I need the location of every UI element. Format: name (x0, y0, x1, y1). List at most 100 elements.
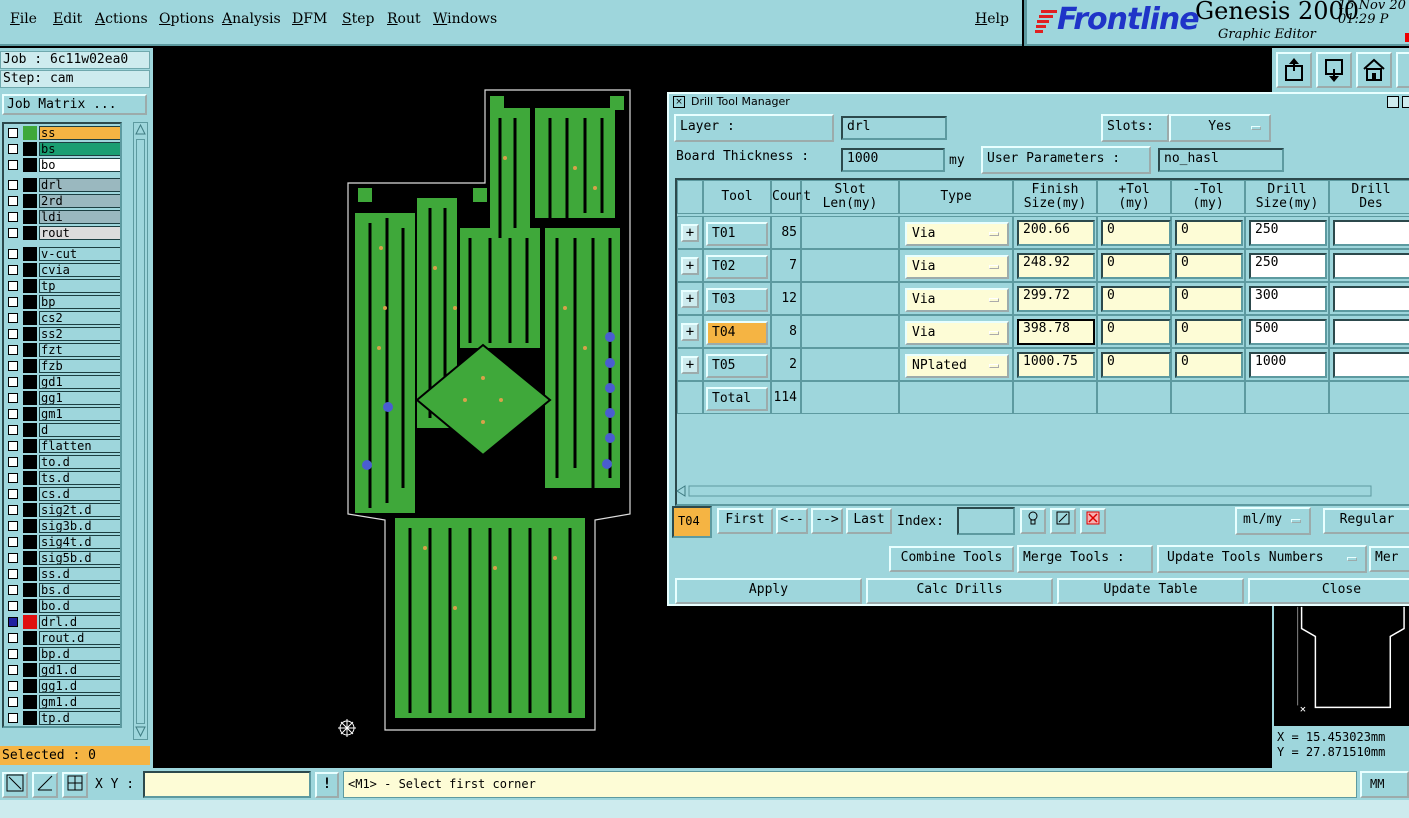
layer-color-swatch[interactable] (23, 663, 37, 677)
menu-file[interactable]: File (10, 11, 37, 27)
finish-size-input[interactable]: 200.66 (1017, 220, 1095, 246)
menu-options[interactable]: Options (159, 11, 214, 27)
layer-color-swatch[interactable] (23, 375, 37, 389)
layer-checkbox[interactable] (8, 249, 18, 259)
scroll-left-icon[interactable] (675, 484, 1409, 498)
next-button[interactable]: --> (811, 508, 843, 534)
layer-checkbox[interactable] (8, 128, 18, 138)
close-window-icon[interactable]: × (673, 96, 685, 108)
menu-rout[interactable]: Rout (387, 11, 421, 27)
layer-row-ss2[interactable]: ss2 (5, 327, 120, 341)
layer-row-flatten[interactable]: flatten (5, 439, 120, 453)
layer-checkbox[interactable] (8, 196, 18, 206)
layer-checkbox[interactable] (8, 329, 18, 339)
layer-color-swatch[interactable] (23, 471, 37, 485)
layer-row-d[interactable]: d (5, 423, 120, 437)
layer-color-swatch[interactable] (23, 647, 37, 661)
layer-name[interactable]: ts.d (39, 471, 120, 485)
update-table-button[interactable]: Update Table (1057, 578, 1244, 604)
plus-tolerance-input[interactable]: 0 (1101, 220, 1171, 246)
layer-row-2rd[interactable]: 2rd (5, 194, 120, 208)
finish-size-input[interactable]: 299.72 (1017, 286, 1095, 312)
layer-name[interactable]: ldi (39, 210, 120, 224)
layer-checkbox[interactable] (8, 281, 18, 291)
layer-color-swatch[interactable] (23, 487, 37, 501)
export-button[interactable] (1276, 52, 1312, 88)
layer-name[interactable]: tp (39, 279, 120, 293)
layer-color-swatch[interactable] (23, 343, 37, 357)
expand-row-icon[interactable]: + (681, 224, 699, 242)
layer-row-sig2t-d[interactable]: sig2t.d (5, 503, 120, 517)
menu-edit[interactable]: Edit (53, 11, 82, 27)
drill-size-input[interactable]: 500 (1249, 319, 1327, 345)
plus-tolerance-input[interactable]: 0 (1101, 352, 1171, 378)
type-dropdown[interactable]: Via (905, 288, 1009, 312)
drill-size-input[interactable]: 1000 (1249, 352, 1327, 378)
layer-color-swatch[interactable] (23, 407, 37, 421)
layer-row-cs-d[interactable]: cs.d (5, 487, 120, 501)
tool-button[interactable]: T03 (706, 288, 768, 312)
layer-name[interactable]: bo (39, 158, 120, 172)
finish-size-input[interactable]: 1000.75 (1017, 352, 1095, 378)
layer-checkbox[interactable] (8, 160, 18, 170)
layer-name[interactable]: cs2 (39, 311, 120, 325)
layer-color-swatch[interactable] (23, 158, 37, 172)
layer-name[interactable]: gm1 (39, 407, 120, 421)
layer-name[interactable]: sig4t.d (39, 535, 120, 549)
layer-color-swatch[interactable] (23, 279, 37, 293)
user-parameters-field[interactable]: no_hasl (1158, 148, 1284, 172)
layer-color-swatch[interactable] (23, 535, 37, 549)
drill-size-input[interactable]: 250 (1249, 253, 1327, 279)
delete-tool-button[interactable] (1080, 508, 1106, 534)
menu-dfm[interactable]: DFM (292, 11, 327, 27)
layer-row-drl[interactable]: drl (5, 178, 120, 192)
layer-checkbox[interactable] (8, 489, 18, 499)
slots-dropdown[interactable]: Yes (1169, 114, 1271, 142)
layer-row-cvia[interactable]: cvia (5, 263, 120, 277)
layer-row-drl-d[interactable]: drl.d (5, 615, 120, 629)
xy-input[interactable] (143, 771, 311, 798)
layer-color-swatch[interactable] (23, 679, 37, 693)
layer-name[interactable]: v-cut (39, 247, 120, 261)
layer-color-swatch[interactable] (23, 327, 37, 341)
layer-checkbox[interactable] (8, 601, 18, 611)
minus-tolerance-input[interactable]: 0 (1175, 319, 1243, 345)
layer-checkbox[interactable] (8, 649, 18, 659)
layer-list-scroll-thumb[interactable] (136, 139, 145, 724)
layer-checkbox[interactable] (8, 633, 18, 643)
expand-row-icon[interactable]: + (681, 290, 699, 308)
layer-name[interactable]: sig2t.d (39, 503, 120, 517)
layer-checkbox[interactable] (8, 553, 18, 563)
menu-windows[interactable]: Windows (433, 11, 497, 27)
layer-checkbox[interactable] (8, 425, 18, 435)
expand-row-icon[interactable]: + (681, 323, 699, 341)
layer-name[interactable]: rout.d (39, 631, 120, 645)
layer-row-tp[interactable]: tp (5, 279, 120, 293)
layer-row-rout[interactable]: rout (5, 226, 120, 240)
layer-name[interactable]: ss (39, 126, 120, 140)
layer-color-swatch[interactable] (23, 583, 37, 597)
layer-row-gg1-d[interactable]: gg1.d (5, 679, 120, 693)
layer-name[interactable]: ss2 (39, 327, 120, 341)
locate-tool-button[interactable] (1020, 508, 1046, 534)
layer-row-gd1[interactable]: gd1 (5, 375, 120, 389)
drill-description-input[interactable] (1333, 220, 1409, 246)
layer-checkbox[interactable] (8, 665, 18, 675)
layer-checkbox[interactable] (8, 297, 18, 307)
scroll-up-icon[interactable] (135, 124, 146, 135)
drill-description-input[interactable] (1333, 352, 1409, 378)
snap-grid-button[interactable] (62, 772, 88, 798)
layer-color-swatch[interactable] (23, 695, 37, 709)
tool-button[interactable]: T02 (706, 255, 768, 279)
tool-button[interactable]: T05 (706, 354, 768, 378)
measure-button[interactable] (32, 772, 58, 798)
update-tools-numbers-dropdown[interactable]: Update Tools Numbers (1157, 545, 1367, 573)
apply-button[interactable]: Apply (675, 578, 862, 604)
layer-name[interactable]: bs (39, 142, 120, 156)
layer-row-ss[interactable]: ss (5, 126, 120, 140)
layer-checkbox[interactable] (8, 713, 18, 723)
layer-row-to-d[interactable]: to.d (5, 455, 120, 469)
layer-color-swatch[interactable] (23, 631, 37, 645)
minus-tolerance-input[interactable]: 0 (1175, 352, 1243, 378)
layer-checkbox[interactable] (8, 393, 18, 403)
